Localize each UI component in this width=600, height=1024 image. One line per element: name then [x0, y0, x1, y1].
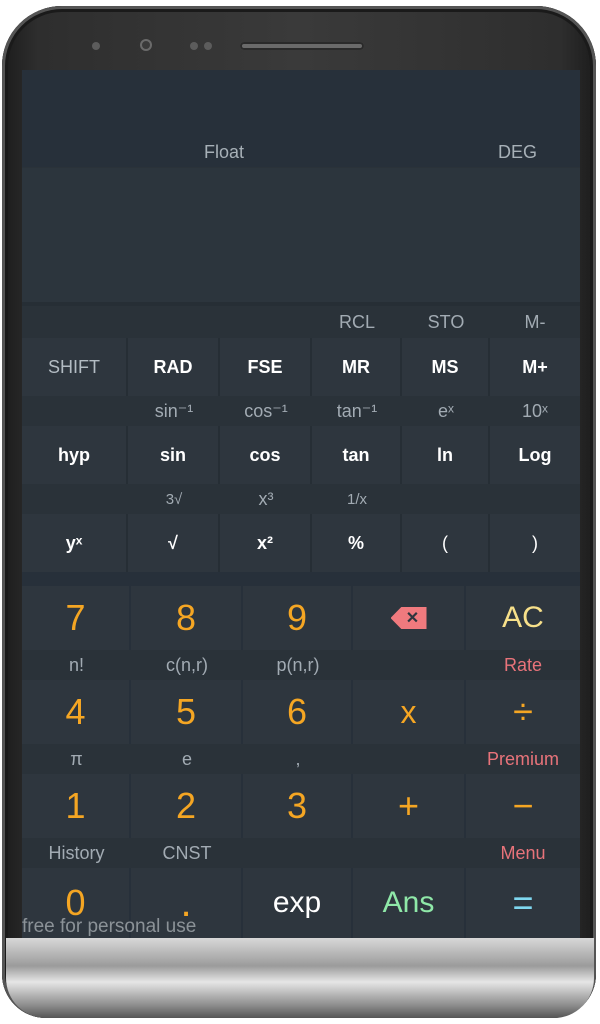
digit-7-button[interactable]: 7 — [22, 586, 131, 650]
trig-row: hyp sin cos tan ln Log — [22, 426, 580, 484]
plus-button[interactable]: + — [353, 774, 466, 838]
float-mode-indicator[interactable]: Float — [204, 142, 244, 163]
exp-e-label: eˣ — [438, 400, 454, 421]
sub-label — [402, 484, 490, 514]
row-7-8-9: 7 8 9 ✕ AC — [22, 586, 580, 650]
log-button[interactable]: Log — [490, 426, 580, 484]
sub-label — [220, 306, 312, 338]
factorial-label: n! — [68, 654, 84, 675]
rad-button[interactable]: RAD — [128, 338, 220, 396]
reciprocal-label: 1/x — [346, 490, 367, 508]
trig-shift-labels: sin⁻¹ cos⁻¹ tan⁻¹ eˣ 10ˣ — [22, 396, 580, 426]
sensor-dot — [190, 42, 198, 50]
cos-button[interactable]: cos — [220, 426, 312, 484]
equals-button[interactable]: = — [466, 868, 580, 938]
sin-button[interactable]: sin — [128, 426, 220, 484]
digit-9-button[interactable]: 9 — [243, 586, 353, 650]
constants-link[interactable]: CNST — [131, 838, 243, 868]
front-camera — [140, 39, 152, 51]
permutation-label: p(n,r) — [276, 654, 320, 675]
shift-labels-0: History CNST Menu — [22, 838, 580, 868]
comma-label: , — [295, 748, 301, 769]
sub-label — [128, 306, 220, 338]
keypad-separator — [22, 572, 580, 586]
digit-5-button[interactable]: 5 — [131, 680, 243, 744]
tan-button[interactable]: tan — [312, 426, 402, 484]
sub-label — [353, 838, 466, 868]
premium-link[interactable]: Premium — [466, 744, 580, 774]
cube-root-label: 3√ — [165, 490, 183, 508]
shift-button[interactable]: SHIFT — [22, 338, 128, 396]
sub-label — [22, 484, 128, 514]
ac-button[interactable]: AC — [466, 586, 580, 650]
ln-button[interactable]: ln — [402, 426, 490, 484]
percent-button[interactable]: % — [312, 514, 402, 572]
menu-link[interactable]: Menu — [466, 838, 580, 868]
cube-label: x³ — [258, 488, 274, 509]
rate-link[interactable]: Rate — [466, 650, 580, 680]
digit-3-button[interactable]: 3 — [243, 774, 353, 838]
sub-label — [353, 744, 466, 774]
asin-label: sin⁻¹ — [154, 400, 194, 421]
row-1-2-3: 1 2 3 + − — [22, 774, 580, 838]
power-shift-labels: 3√ x³ 1/x — [22, 484, 580, 514]
sub-label — [243, 838, 353, 868]
minus-button[interactable]: − — [466, 774, 580, 838]
m-plus-button[interactable]: M+ — [490, 338, 580, 396]
hyp-button[interactable]: hyp — [22, 426, 128, 484]
mr-button[interactable]: MR — [312, 338, 402, 396]
divide-button[interactable]: ÷ — [466, 680, 580, 744]
sqrt-button[interactable]: √ — [128, 514, 220, 572]
ms-button[interactable]: MS — [402, 338, 490, 396]
digit-2-button[interactable]: 2 — [131, 774, 243, 838]
multiply-button[interactable]: x — [353, 680, 466, 744]
shift-labels-456: n! c(n,r) p(n,r) Rate — [22, 650, 580, 680]
shift-row: SHIFT RAD FSE MR MS M+ — [22, 338, 580, 396]
earpiece — [240, 42, 364, 50]
open-paren-button[interactable]: ( — [402, 514, 490, 572]
euler-label: e — [181, 748, 192, 769]
power-button[interactable]: yˣ — [22, 514, 128, 572]
sub-label — [22, 306, 128, 338]
watermark-text: free for personal use — [22, 916, 197, 937]
sub-label — [22, 396, 128, 426]
mode-row: Float DEG — [22, 132, 580, 168]
result-display — [22, 168, 580, 302]
shift-labels-123: π e , Premium — [22, 744, 580, 774]
close-paren-button[interactable]: ) — [490, 514, 580, 572]
ten-pow-label: 10ˣ — [522, 400, 548, 421]
square-button[interactable]: x² — [220, 514, 312, 572]
combination-label: c(n,r) — [166, 654, 208, 675]
sub-label — [490, 484, 580, 514]
fse-button[interactable]: FSE — [220, 338, 312, 396]
sensor-dot — [204, 42, 212, 50]
power-row: yˣ √ x² % ( ) — [22, 514, 580, 572]
m-minus-label: M- — [524, 311, 546, 332]
phone-chin — [6, 938, 594, 1018]
memory-shift-labels: RCL STO M- — [22, 306, 580, 338]
digit-1-button[interactable]: 1 — [22, 774, 131, 838]
exp-button[interactable]: exp — [243, 868, 353, 938]
digit-4-button[interactable]: 4 — [22, 680, 131, 744]
digit-6-button[interactable]: 6 — [243, 680, 353, 744]
sto-label: STO — [427, 311, 465, 332]
delete-button[interactable]: ✕ — [353, 586, 466, 650]
atan-label: tan⁻¹ — [336, 400, 378, 421]
backspace-icon: ✕ — [390, 607, 427, 629]
rcl-label: RCL — [338, 311, 375, 332]
sub-label — [353, 650, 466, 680]
angle-mode-indicator[interactable]: DEG — [498, 142, 537, 163]
pi-label: π — [70, 748, 83, 769]
sensor-dot — [92, 42, 100, 50]
history-link[interactable]: History — [22, 838, 131, 868]
row-4-5-6: 4 5 6 x ÷ — [22, 680, 580, 744]
ans-button[interactable]: Ans — [353, 868, 466, 938]
calculator-screen: Float DEG RCL STO M- SHIFT RAD FSE MR MS… — [22, 70, 580, 938]
acos-label: cos⁻¹ — [244, 400, 288, 421]
digit-8-button[interactable]: 8 — [131, 586, 243, 650]
